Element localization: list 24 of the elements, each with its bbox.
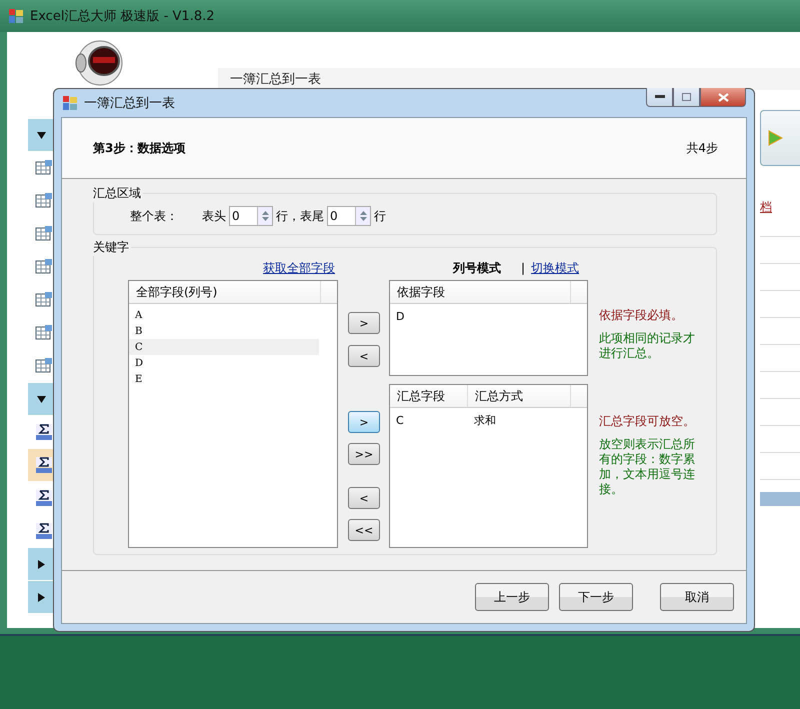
field-label: 整个表： <box>130 208 178 224</box>
step-count: 共4步 <box>686 140 718 156</box>
dialog-title: 一簿汇总到一表 <box>84 95 175 112</box>
column-header: 汇总方式 <box>468 385 571 407</box>
column-header: 汇总字段 <box>390 385 468 407</box>
field-label: 行，表尾 <box>276 208 324 224</box>
window-title: Excel汇总大师 极速版 - V1.8.2 <box>30 8 214 25</box>
step-title: 第3步：数据选项 <box>93 140 186 156</box>
hint-text: 放空则表示汇总所有的字段：数字累加，文本用逗号连接。 <box>599 437 696 497</box>
table-cell-text: C <box>395 414 405 426</box>
separator-text: | <box>521 261 526 275</box>
group-label: 汇总区域 <box>92 185 142 202</box>
column-header: 全部字段(列号) <box>129 281 321 303</box>
field-label: 行 <box>374 208 386 224</box>
table-cell-text: 求和 <box>473 412 497 428</box>
field-label: 表头 <box>202 208 226 224</box>
mode-label: 列号模式 <box>453 260 501 276</box>
hint-text: 此项相同的记录才进行汇总。 <box>599 331 696 361</box>
table-cell-text: D <box>395 310 406 322</box>
page-heading: 一簿汇总到一表 <box>230 71 321 88</box>
hint-text: 依据字段必填。 <box>599 308 684 323</box>
column-header: 依据字段 <box>390 281 571 303</box>
group-label: 关键字 <box>92 239 130 256</box>
hint-text: 汇总字段可放空。 <box>599 414 696 429</box>
